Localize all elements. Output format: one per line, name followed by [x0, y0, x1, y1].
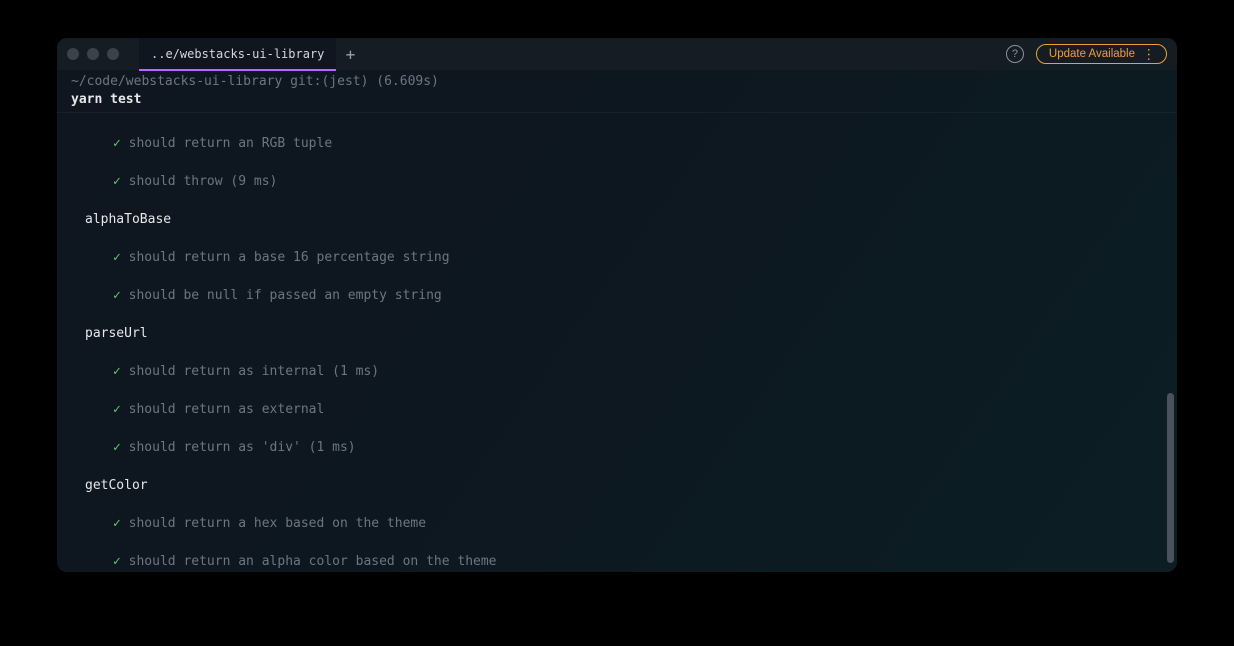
check-icon: ✓ — [113, 250, 121, 265]
git-suffix: ) — [361, 74, 369, 89]
check-icon: ✓ — [113, 554, 121, 569]
minimize-window-icon[interactable] — [87, 48, 99, 60]
test-line: should return as external — [129, 402, 325, 417]
check-icon: ✓ — [113, 440, 121, 455]
test-line: should return an alpha color based on th… — [129, 554, 497, 569]
test-line: should return as internal (1 ms) — [129, 364, 379, 379]
terminal-output: ✓ should return an RGB tuple ✓ should th… — [57, 113, 1177, 572]
test-line: should return a hex based on the theme — [129, 516, 426, 531]
test-line: should return a base 16 percentage strin… — [129, 250, 450, 265]
test-line: should return an RGB tuple — [129, 136, 333, 151]
check-icon: ✓ — [113, 516, 121, 531]
test-line: should return as 'div' (1 ms) — [129, 440, 356, 455]
test-group: getColor — [85, 478, 148, 493]
tab-bar: ..e/webstacks-ui-library + ? Update Avai… — [57, 38, 1177, 70]
timing: (6.609s) — [376, 74, 439, 89]
test-group: parseUrl — [85, 326, 148, 341]
scrollbar-thumb[interactable] — [1167, 393, 1174, 563]
new-tab-button[interactable]: + — [336, 40, 364, 68]
check-icon: ✓ — [113, 174, 121, 189]
terminal-viewport[interactable]: ✓ should return an RGB tuple ✓ should th… — [57, 113, 1177, 572]
test-line: should throw (9 ms) — [129, 174, 278, 189]
update-label: Update Available — [1049, 48, 1135, 60]
check-icon: ✓ — [113, 364, 121, 379]
help-icon[interactable]: ? — [1006, 45, 1024, 63]
test-line: should be null if passed an empty string — [129, 288, 442, 303]
close-window-icon[interactable] — [67, 48, 79, 60]
command-header: ~/code/webstacks-ui-library git:(jest) (… — [57, 70, 1177, 113]
check-icon: ✓ — [113, 288, 121, 303]
zoom-window-icon[interactable] — [107, 48, 119, 60]
prompt-path: ~/code/webstacks-ui-library — [71, 74, 282, 89]
terminal-tab[interactable]: ..e/webstacks-ui-library — [139, 38, 336, 70]
git-branch: jest — [329, 74, 360, 89]
check-icon: ✓ — [113, 402, 121, 417]
command-text: yarn test — [71, 91, 1163, 109]
tab-title: ..e/webstacks-ui-library — [151, 47, 324, 61]
update-available-button[interactable]: Update Available ⋯ — [1036, 44, 1167, 64]
check-icon: ✓ — [113, 136, 121, 151]
git-prefix: git:( — [290, 74, 329, 89]
window-controls — [67, 48, 119, 60]
test-group: alphaToBase — [85, 212, 171, 227]
plus-icon: + — [346, 45, 356, 64]
terminal-window: ..e/webstacks-ui-library + ? Update Avai… — [57, 38, 1177, 572]
